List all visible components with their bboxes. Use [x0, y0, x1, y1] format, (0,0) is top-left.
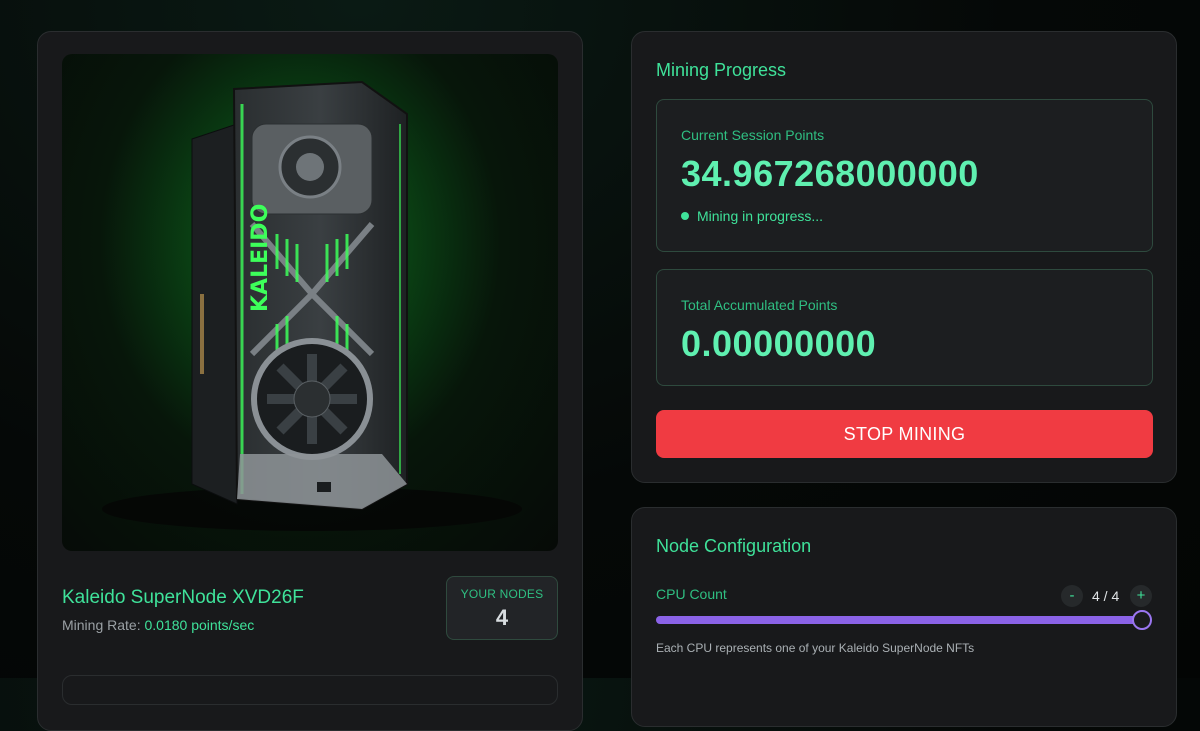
node-name: Kaleido SuperNode XVD26F: [62, 587, 304, 608]
node-configuration-title: Node Configuration: [656, 536, 812, 556]
cpu-decrement-button[interactable]: -: [1061, 585, 1083, 607]
cpu-increment-button[interactable]: +: [1130, 585, 1152, 607]
mining-rate-label: Mining Rate:: [62, 617, 141, 633]
session-points-box: Current Session Points 34.967268000000 M…: [656, 99, 1153, 252]
status-dot-icon: [681, 212, 689, 220]
total-points-value: 0.00000000: [681, 323, 877, 364]
cpu-count-slider[interactable]: [656, 610, 1152, 630]
cpu-count-label: CPU Count: [656, 586, 727, 602]
node-configuration-card: Node Configuration CPU Count - 4 / 4 + E…: [631, 507, 1177, 727]
cpu-slider-thumb[interactable]: [1132, 610, 1152, 630]
session-points-label: Current Session Points: [681, 127, 825, 143]
mining-progress-card: Mining Progress Current Session Points 3…: [631, 31, 1177, 483]
next-panel-edge: [62, 675, 558, 705]
mining-status-text: Mining in progress...: [697, 208, 824, 224]
mining-rate-value: 0.0180 points/sec: [144, 617, 255, 633]
mining-rate: Mining Rate: 0.0180 points/sec: [62, 617, 254, 633]
your-nodes-label: YOUR NODES: [460, 587, 544, 601]
mining-progress-title: Mining Progress: [656, 60, 787, 80]
gpu-image: KALEIDO: [62, 54, 558, 551]
cpu-count-hint: Each CPU represents one of your Kaleido …: [656, 641, 975, 655]
your-nodes-badge: YOUR NODES 4: [446, 576, 558, 640]
your-nodes-count: 4: [495, 605, 509, 630]
gpu-brand-text: KALEIDO: [248, 204, 273, 312]
cpu-slider-fill: [656, 616, 1142, 624]
node-card: KALEIDO Kaleido SuperNode XVD26F Mining …: [37, 31, 583, 731]
session-points-value: 34.967268000000: [681, 153, 979, 194]
stop-mining-button[interactable]: STOP MINING: [656, 410, 1153, 458]
cpu-count-value: 4 / 4: [1092, 588, 1120, 604]
total-points-box: Total Accumulated Points 0.00000000: [656, 269, 1153, 386]
total-points-label: Total Accumulated Points: [681, 297, 838, 313]
mining-status: Mining in progress...: [681, 208, 823, 224]
